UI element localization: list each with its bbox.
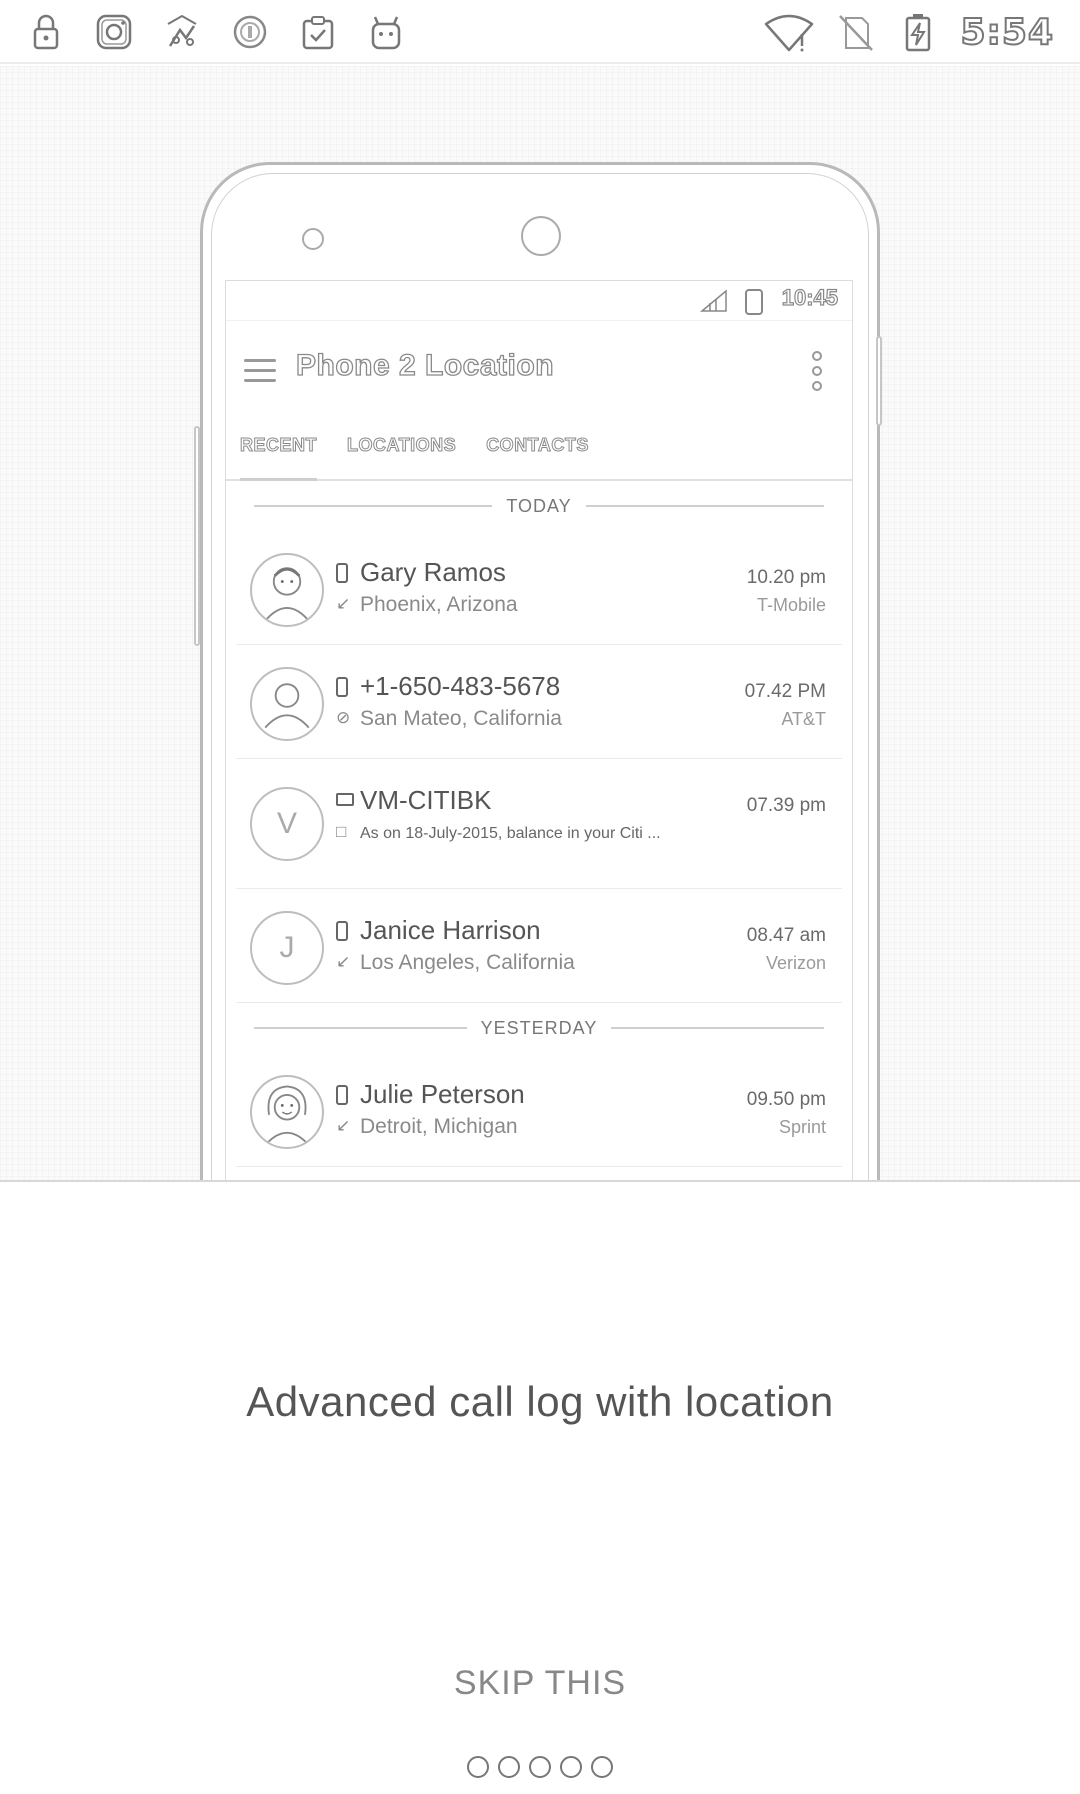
notification-icons [26, 8, 406, 56]
phone-sensor-icon [302, 228, 324, 250]
blocked-call-icon: ⊘ [336, 708, 351, 727]
message-time: 07.39 pm [746, 795, 826, 816]
caller-name: Julie Peterson [360, 1079, 525, 1109]
incoming-call-icon: ↙ [336, 952, 351, 971]
mock-status-time: 10:45 [781, 284, 838, 310]
call-row: +1-650-483-5678 ⊘ San Mateo, California … [236, 645, 842, 759]
call-row: Julie Peterson ↙ Detroit, Michigan 09.50… [236, 1053, 842, 1167]
skip-button[interactable]: SKIP THIS [0, 1664, 1080, 1703]
hamburger-menu-icon [244, 359, 276, 383]
call-time: 10.20 pm [746, 567, 826, 588]
mock-phone-screen: 10:45 Phone 2 Location RECENT LOCATIONS … [225, 280, 853, 1180]
circle-icon [230, 12, 270, 52]
clipboard-check-icon [298, 12, 338, 52]
page-dot-3[interactable] [529, 1756, 551, 1778]
incoming-call-icon: ↙ [336, 1116, 351, 1135]
no-sim-icon [836, 12, 876, 52]
avatar-person-icon [250, 667, 324, 741]
avatar-photo [250, 1075, 324, 1149]
onboarding-headline: Advanced call log with location [246, 1378, 834, 1425]
page-dot-1[interactable] [467, 1756, 489, 1778]
avatar-photo [250, 553, 324, 627]
overflow-menu-icon [810, 351, 824, 391]
page-dot-4[interactable] [560, 1756, 582, 1778]
mobile-phone-icon [336, 921, 348, 941]
status-bar: 5:54 [0, 0, 1080, 64]
mock-tab-contacts: CONTACTS [486, 435, 589, 456]
message-preview: As on 18-July-2015, balance in your Citi… [360, 825, 661, 842]
mock-battery-icon [745, 289, 763, 315]
caller-name: Janice Harrison [360, 915, 541, 945]
message-icon [336, 793, 354, 806]
mock-tab-locations: LOCATIONS [347, 435, 457, 456]
avatar-letter: J [250, 911, 324, 985]
phone-camera-icon [521, 216, 561, 256]
fake-gps-icon [162, 12, 202, 52]
caller-name: +1-650-483-5678 [360, 671, 561, 701]
mock-tab-bar: RECENT LOCATIONS CONTACTS [226, 425, 852, 481]
call-carrier: T-Mobile [756, 595, 826, 615]
call-row: J Janice Harrison ↙ Los Angeles, Califor… [236, 889, 842, 1003]
phone-side-button-left [194, 426, 200, 646]
hero-illustration: 10:45 Phone 2 Location RECENT LOCATIONS … [0, 66, 1080, 1182]
mock-app-bar: Phone 2 Location [226, 321, 852, 425]
caller-name: Gary Ramos [360, 557, 506, 587]
mobile-phone-icon [336, 1085, 348, 1105]
mobile-phone-icon [336, 563, 348, 583]
sender-name: VM-CITIBK [360, 785, 492, 815]
page-dot-2[interactable] [498, 1756, 520, 1778]
instagram-icon [94, 12, 134, 52]
call-carrier: Sprint [778, 1117, 826, 1137]
incoming-call-icon: ↙ [336, 594, 351, 613]
section-yesterday: YESTERDAY [226, 1003, 852, 1053]
caller-location: San Mateo, California [360, 707, 562, 730]
section-today: TODAY [226, 481, 852, 531]
android-icon [366, 12, 406, 52]
call-row: Gary Ramos ↙ Phoenix, Arizona 10.20 pm T… [236, 531, 842, 645]
caller-location: Detroit, Michigan [360, 1115, 518, 1138]
onboarding-screen: 5:54 10:45 Phone 2 Location RECENT LOCAT… [0, 0, 1080, 1794]
message-row: V VM-CITIBK □ As on 18-July-2015, balanc… [236, 759, 842, 889]
call-carrier: AT&T [781, 709, 826, 729]
avatar-letter: V [250, 787, 324, 861]
page-dot-5[interactable] [591, 1756, 613, 1778]
phone-side-button-right [876, 336, 882, 426]
status-time: 5:54 [959, 11, 1054, 54]
sms-icon: □ [336, 822, 347, 841]
page-indicator [0, 1756, 1080, 1778]
call-carrier: Verizon [765, 953, 826, 973]
mock-tab-recent: RECENT [239, 425, 318, 481]
call-time: 09.50 pm [746, 1089, 826, 1110]
mock-signal-icon [700, 289, 727, 312]
lock-icon [26, 12, 66, 52]
mock-status-bar: 10:45 [226, 281, 852, 321]
battery-charging-icon [898, 12, 938, 52]
mock-app-title: Phone 2 Location [295, 348, 555, 382]
caller-location: Phoenix, Arizona [360, 593, 518, 616]
wifi-icon [764, 12, 814, 52]
mobile-phone-icon [336, 677, 348, 697]
call-time: 07.42 PM [744, 681, 826, 702]
system-icons: 5:54 [764, 8, 1054, 56]
call-time: 08.47 am [746, 925, 826, 946]
caller-location: Los Angeles, California [360, 951, 575, 974]
